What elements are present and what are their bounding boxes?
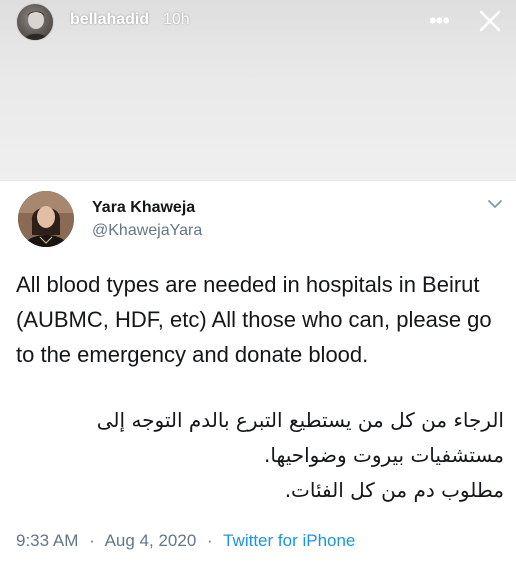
meta-separator: ·	[89, 531, 95, 550]
tweet-metadata: 9:33 AM · Aug 4, 2020 · Twitter for iPho…	[16, 531, 355, 551]
story-header: bellahadid 10h •••	[0, 0, 516, 44]
close-icon[interactable]	[475, 6, 505, 36]
author-avatar[interactable]	[18, 191, 74, 247]
tweet-text-english: All blood types are needed in hospitals …	[16, 272, 492, 367]
tweet-arabic-line: مطلوب دم من كل الفئات.	[284, 478, 504, 502]
tweet-text-arabic: الرجاء من كل من يستطيع التبرع بالدم التو…	[9, 403, 504, 508]
tweet-arabic-line: مستشفيات بيروت وضواحيها.	[264, 443, 504, 467]
author-handle[interactable]: @KhawejaYara	[92, 222, 202, 240]
ellipsis-icon[interactable]: •••	[424, 8, 454, 34]
chevron-down-icon[interactable]	[486, 197, 504, 211]
tweet-arabic-line: الرجاء من كل من يستطيع التبرع بالدم التو…	[96, 408, 504, 432]
story-avatar[interactable]	[16, 3, 54, 41]
tweet-card: Yara Khaweja @KhawejaYara All blood type…	[0, 180, 516, 562]
tweet-source-link[interactable]: Twitter for iPhone	[223, 531, 355, 550]
story-time-ago: 10h	[163, 11, 190, 28]
tweet-date[interactable]: Aug 4, 2020	[105, 531, 197, 550]
tweet-time[interactable]: 9:33 AM	[16, 531, 78, 550]
author-name[interactable]: Yara Khaweja	[92, 199, 195, 217]
meta-separator: ·	[207, 531, 213, 550]
story-username[interactable]: bellahadid	[70, 11, 149, 29]
